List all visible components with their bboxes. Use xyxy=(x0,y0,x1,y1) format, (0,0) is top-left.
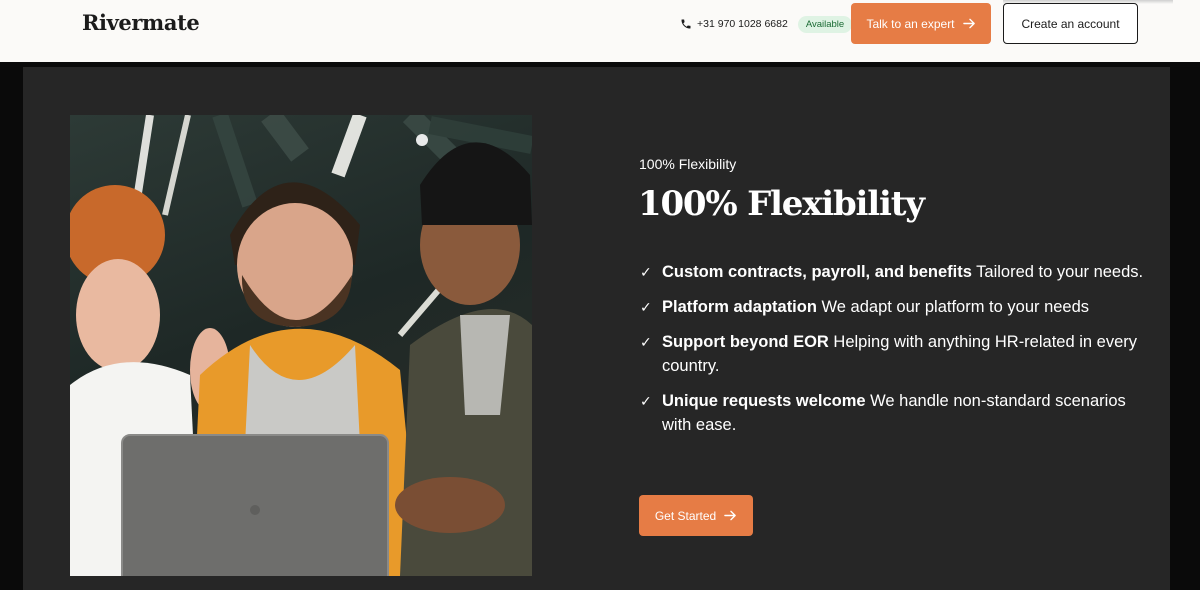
phone-number[interactable]: +31 970 1028 6682 xyxy=(697,18,788,30)
feature-list: ✓ Custom contracts, payroll, and benefit… xyxy=(640,260,1150,448)
talk-to-expert-button[interactable]: Talk to an expert xyxy=(851,3,991,44)
section-title: 100% Flexibility xyxy=(638,184,925,224)
check-icon: ✓ xyxy=(640,299,652,315)
phone-contact[interactable]: +31 970 1028 6682 Available xyxy=(680,15,853,33)
feature-item: ✓ Platform adaptation We adapt our platf… xyxy=(640,295,1150,319)
phone-icon xyxy=(681,19,691,29)
feature-text: We adapt our platform to your needs xyxy=(816,298,1090,316)
team-photo-illustration xyxy=(70,115,532,576)
site-header: Rivermate +31 970 1028 6682 Available Ta… xyxy=(0,0,1200,62)
create-account-button[interactable]: Create an account xyxy=(1003,3,1138,44)
talk-to-expert-label: Talk to an expert xyxy=(866,16,955,31)
check-icon: ✓ xyxy=(640,334,652,350)
feature-item: ✓ Support beyond EOR Helping with anythi… xyxy=(640,330,1150,378)
team-photo xyxy=(70,115,532,576)
feature-item: ✓ Unique requests welcome We handle non-… xyxy=(640,389,1150,437)
feature-item: ✓ Custom contracts, payroll, and benefit… xyxy=(640,260,1150,284)
feature-heading: Platform adaptation xyxy=(662,298,817,316)
check-icon: ✓ xyxy=(640,264,652,280)
arrow-right-icon xyxy=(724,510,737,521)
feature-heading: Custom contracts, payroll, and benefits xyxy=(662,263,972,281)
feature-heading: Support beyond EOR xyxy=(662,333,829,351)
feature-text: Tailored to your needs. xyxy=(971,263,1144,281)
logo[interactable]: Rivermate xyxy=(82,10,200,35)
arrow-right-icon xyxy=(962,18,975,29)
check-icon: ✓ xyxy=(640,393,652,409)
get-started-button[interactable]: Get Started xyxy=(639,495,753,536)
get-started-label: Get Started xyxy=(654,508,717,523)
availability-badge: Available xyxy=(797,15,853,33)
feature-heading: Unique requests welcome xyxy=(662,392,866,410)
eyebrow-label: 100% Flexibility xyxy=(639,156,737,172)
